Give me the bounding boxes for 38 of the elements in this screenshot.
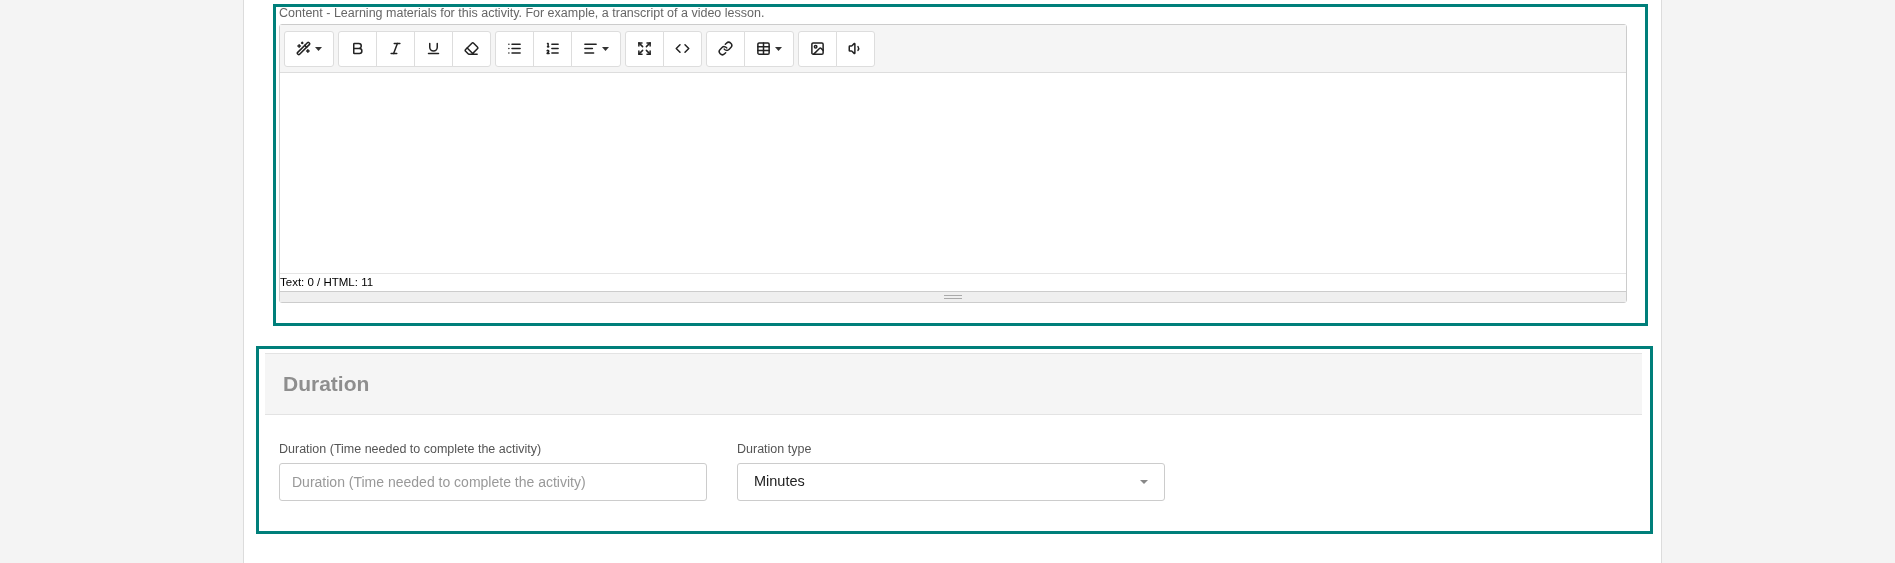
italic-icon <box>388 41 403 56</box>
toolbar-button[interactable] <box>744 30 794 67</box>
section-title: Duration <box>283 371 370 398</box>
toolbar-button[interactable] <box>284 30 334 67</box>
underline-icon <box>426 41 441 56</box>
fullscreen-icon <box>637 41 652 56</box>
numbered-list-icon <box>545 41 560 56</box>
bold-icon <box>350 41 365 56</box>
field-label: Content - Learning materials for this activity. For example, a transcript of a video lesson. <box>279 5 766 21</box>
table-icon <box>756 41 771 56</box>
toolbar-button[interactable] <box>798 30 837 67</box>
toolbar-button[interactable] <box>495 30 534 67</box>
link-icon <box>718 41 733 56</box>
field-label: Duration (Time needed to complete the activity) <box>279 441 543 457</box>
align-icon <box>583 41 598 56</box>
toolbar-button[interactable] <box>338 30 377 67</box>
bullet-list-icon <box>507 41 522 56</box>
toolbar-button[interactable] <box>663 30 702 67</box>
toolbar-button[interactable] <box>571 30 621 67</box>
caret-icon <box>315 46 322 51</box>
toolbar-button[interactable] <box>836 30 875 67</box>
code-icon <box>675 41 690 56</box>
toolbar-button[interactable] <box>452 30 491 67</box>
toolbar-button[interactable] <box>706 30 745 67</box>
toolbar-button[interactable] <box>533 30 572 67</box>
image-icon <box>810 41 825 56</box>
caret-icon <box>1140 480 1148 484</box>
duration-type-select[interactable]: Minutes <box>737 463 1165 501</box>
eraser-icon <box>464 41 479 56</box>
grip-icon <box>944 295 962 299</box>
duration-input[interactable]: Duration (Time needed to complete the activity) <box>279 463 707 501</box>
magic-wand-icon <box>296 41 311 56</box>
toolbar-button[interactable] <box>414 30 453 67</box>
rich-text-editor[interactable]: Text: 0 / HTML: 11 <box>279 24 1627 303</box>
caret-icon <box>602 46 609 51</box>
toolbar-button[interactable] <box>625 30 664 67</box>
field-label: Duration type <box>737 441 813 457</box>
caret-icon <box>775 46 782 51</box>
